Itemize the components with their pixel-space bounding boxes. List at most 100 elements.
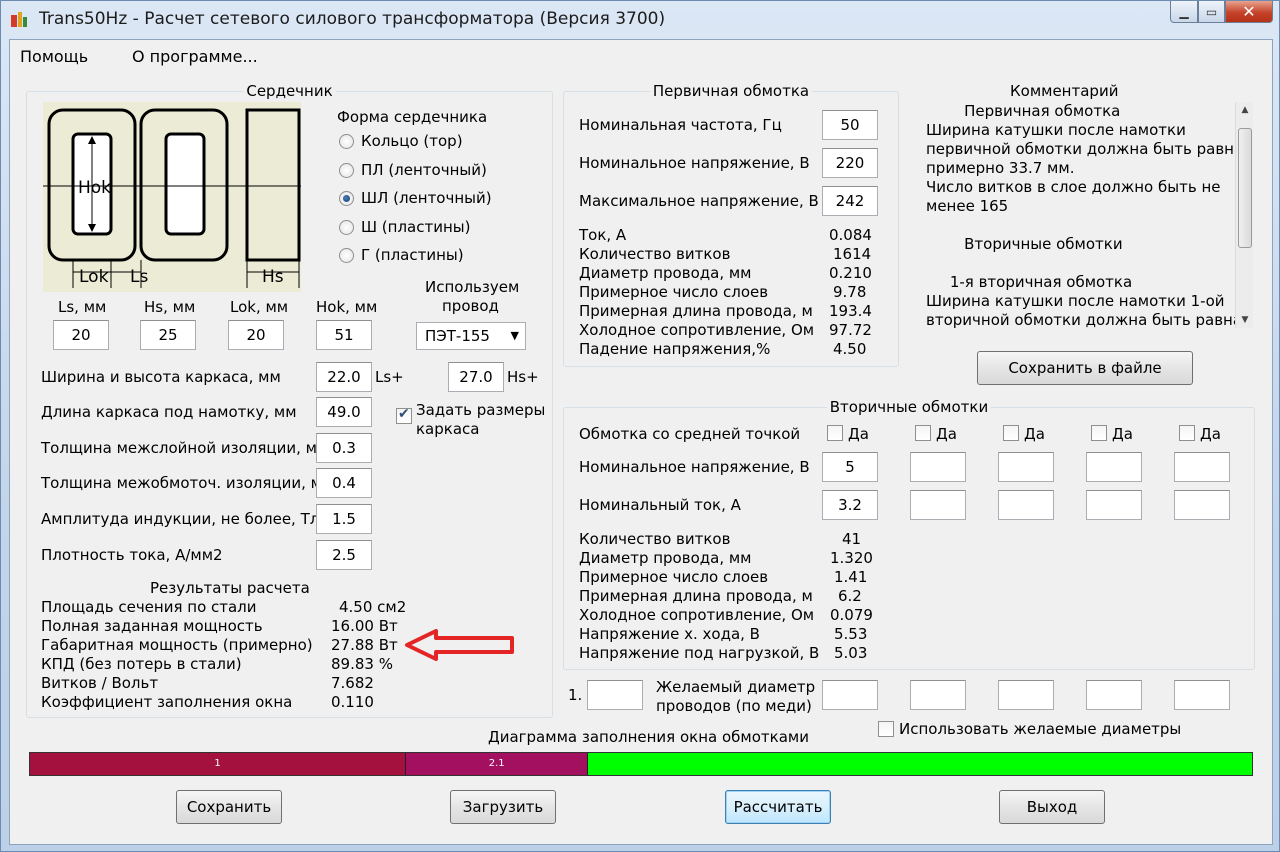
- use-desired-label[interactable]: Использовать желаемые диаметры: [899, 720, 1181, 738]
- calculate-button[interactable]: Рассчитать: [725, 790, 831, 824]
- result-label: КПД (без потерь в стали): [41, 655, 242, 673]
- secondary-current-input-4[interactable]: [1086, 490, 1142, 520]
- radio-button[interactable]: [339, 248, 354, 263]
- exit-button[interactable]: Выход: [999, 790, 1105, 824]
- desired-secondary-input-1[interactable]: [822, 680, 878, 710]
- dim-hs-input[interactable]: 25: [140, 320, 196, 350]
- set-frame-label-line2[interactable]: каркаса: [416, 420, 479, 438]
- desired-secondary-input-2[interactable]: [910, 680, 966, 710]
- checkbox-label[interactable]: Да: [1112, 425, 1133, 443]
- load-button[interactable]: Загрузить: [450, 790, 556, 824]
- maximize-icon: ▭: [1205, 4, 1218, 19]
- secondary-voltage-input-5[interactable]: [1174, 452, 1230, 482]
- result-value: 6.2: [838, 587, 862, 605]
- checkbox-label[interactable]: Да: [1200, 425, 1221, 443]
- checkbox-label[interactable]: Да: [848, 425, 869, 443]
- radio-label[interactable]: Г (пластины): [361, 246, 464, 264]
- secondary-voltage-input-4[interactable]: [1086, 452, 1142, 482]
- menu-help[interactable]: Помощь: [20, 47, 88, 66]
- param-current-density-input[interactable]: 2.5: [316, 540, 372, 570]
- checkbox[interactable]: [396, 406, 412, 424]
- param-induction-input[interactable]: 1.5: [316, 504, 372, 534]
- primary-max-voltage-input[interactable]: 242: [822, 186, 878, 216]
- close-icon: ✕: [1242, 2, 1256, 21]
- desired-secondary-input-5[interactable]: [1174, 680, 1230, 710]
- secondary-current-input-3[interactable]: [998, 490, 1054, 520]
- radio-label[interactable]: ПЛ (ленточный): [361, 161, 487, 179]
- radio-button[interactable]: [339, 163, 354, 178]
- dim-ls-input[interactable]: 20: [53, 320, 109, 350]
- minimize-button[interactable]: ▁: [1170, 1, 1198, 23]
- result-label: Диаметр провода, мм: [579, 264, 752, 282]
- result-label: Коэффициент заполнения окна: [41, 693, 293, 711]
- comment-scrollbar[interactable]: ▲ ▼: [1235, 102, 1253, 328]
- result-label: Холодное сопротивление, Ом: [579, 321, 815, 339]
- primary-voltage-input[interactable]: 220: [822, 148, 878, 178]
- checkbox[interactable]: [915, 425, 931, 441]
- frame-width-input[interactable]: 22.0: [316, 362, 372, 392]
- scroll-up-icon[interactable]: ▲: [1236, 102, 1254, 118]
- save-button[interactable]: Сохранить: [176, 790, 282, 824]
- core-shape-title: Форма сердечника: [337, 108, 488, 126]
- result-value: 1.41: [834, 568, 868, 586]
- radio-button[interactable]: [339, 220, 354, 235]
- checkbox[interactable]: [1179, 425, 1195, 441]
- menu-about[interactable]: О программе...: [132, 47, 258, 66]
- save-to-file-button[interactable]: Сохранить в файле: [977, 351, 1193, 385]
- result-label: Примерная длина провода, м: [579, 587, 813, 605]
- dim-lok-input[interactable]: 20: [228, 320, 284, 350]
- checkbox[interactable]: [1091, 425, 1107, 441]
- result-label: Напряжение под нагрузкой, В: [579, 644, 820, 662]
- result-label: Холодное сопротивление, Ом: [579, 606, 815, 624]
- scroll-thumb[interactable]: [1238, 128, 1252, 248]
- secondary-current-input-5[interactable]: [1174, 490, 1230, 520]
- comment-line: 1-я вторичная обмотка: [926, 273, 1133, 291]
- comment-line: вторичной обмотки должна быть равна: [926, 311, 1236, 329]
- dim-hok-input[interactable]: 51: [316, 320, 372, 350]
- param-winding-insulation-input[interactable]: 0.4: [316, 468, 372, 498]
- param-current-density-label: Плотность тока, А/мм2: [41, 546, 223, 564]
- center-tap-label: Обмотка со средней точкой: [579, 425, 801, 443]
- secondary-current-input-1[interactable]: 3.2: [822, 490, 878, 520]
- checkbox[interactable]: [1003, 425, 1019, 441]
- radio-label[interactable]: Ш (пластины): [361, 218, 470, 236]
- secondary-voltage-input-3[interactable]: [998, 452, 1054, 482]
- frame-length-input[interactable]: 49.0: [316, 397, 372, 427]
- desired-primary-input[interactable]: [587, 680, 643, 710]
- title-bar[interactable]: Trans50Hz - Расчет сетевого силового тра…: [1, 1, 1279, 39]
- checkbox[interactable]: [827, 425, 843, 441]
- wire-type-select[interactable]: ПЭТ-155 ▼: [416, 322, 526, 350]
- result-label: Диаметр провода, мм: [579, 549, 752, 567]
- close-button[interactable]: ✕: [1225, 1, 1273, 23]
- comment-textarea[interactable]: Первичная обмотка Ширина катушки после на…: [918, 100, 1258, 332]
- radio-button[interactable]: [339, 134, 354, 149]
- checkbox[interactable]: [878, 721, 894, 737]
- fill-segment: [587, 753, 1252, 775]
- radio-label[interactable]: ШЛ (ленточный): [361, 189, 492, 207]
- radio-label[interactable]: Кольцо (тор): [361, 132, 463, 150]
- checkbox-label[interactable]: Да: [1024, 425, 1045, 443]
- scroll-down-icon[interactable]: ▼: [1236, 312, 1254, 328]
- maximize-button[interactable]: ▭: [1198, 1, 1225, 23]
- results-title: Результаты расчета: [150, 579, 310, 597]
- radio-button[interactable]: [339, 191, 354, 206]
- secondary-voltage-input-2[interactable]: [910, 452, 966, 482]
- desired-label-line2: проводов (по меди): [656, 697, 812, 715]
- desired-secondary-input-4[interactable]: [1086, 680, 1142, 710]
- frame-height-input[interactable]: 27.0: [448, 362, 504, 392]
- comment-line: первичной обмотки должна быть равна: [926, 140, 1236, 158]
- secondary-current-input-2[interactable]: [910, 490, 966, 520]
- result-value: 0.210: [829, 264, 872, 282]
- secondary-voltage-input-1[interactable]: 5: [822, 452, 878, 482]
- set-frame-label-line1[interactable]: Задать размеры: [416, 401, 545, 419]
- comment-line: менее 165: [926, 197, 1009, 215]
- primary-frequency-input[interactable]: 50: [822, 110, 878, 140]
- app-icon: [11, 12, 27, 27]
- diagram-lok-label: Lok: [79, 267, 109, 287]
- dim-ls-label: Ls, мм: [58, 298, 107, 316]
- wire-type-value: ПЭТ-155: [425, 327, 490, 345]
- desired-secondary-input-3[interactable]: [998, 680, 1054, 710]
- param-layer-insulation-input[interactable]: 0.3: [316, 433, 372, 463]
- checkbox-label[interactable]: Да: [936, 425, 957, 443]
- dim-lok-label: Lok, мм: [230, 298, 289, 316]
